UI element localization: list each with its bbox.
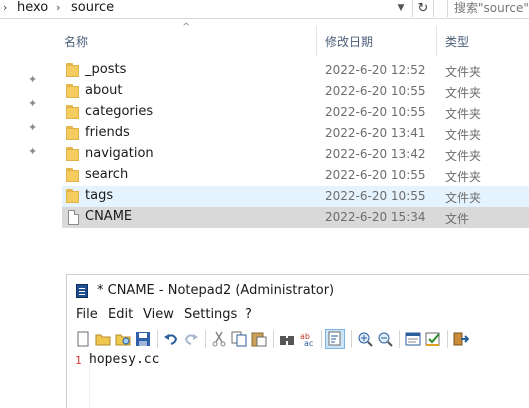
file-row-categories[interactable]: categories 2022-6-20 10:55 文件夹 [62,102,529,123]
file-date: 2022-6-20 13:41 [325,126,426,140]
file-icon [66,210,82,225]
column-divider[interactable] [436,26,437,56]
file-row-posts[interactable]: _posts 2022-6-20 12:52 文件夹 [62,60,529,81]
folder-icon [66,189,82,203]
line-number-gutter: 1 [67,351,90,408]
toolbar-separator [399,330,400,348]
file-row-friends[interactable]: friends 2022-6-20 13:41 文件夹 [62,123,529,144]
folder-icon [66,168,82,182]
file-row-about[interactable]: about 2022-6-20 10:55 文件夹 [62,81,529,102]
file-name: search [85,167,129,182]
customize-icon[interactable] [425,331,441,347]
new-file-icon[interactable] [75,331,91,347]
editor-line[interactable]: hopesy.cc [89,352,159,367]
file-name: tags [85,188,114,203]
window-title: * CNAME - Notepad2 (Administrator) [97,283,335,298]
file-type: 文件夹 [445,65,482,79]
cut-icon[interactable] [211,331,227,347]
file-type: 文件夹 [445,86,482,100]
file-type: 文件 [445,212,470,226]
notepad-title-bar[interactable]: * CNAME - Notepad2 (Administrator) [67,275,529,305]
toolbar-separator [273,330,274,348]
folder-icon [66,147,82,161]
sort-ascending-icon: ^ [182,22,191,33]
file-date: 2022-6-20 10:55 [325,105,426,119]
zoom-out-icon[interactable] [377,331,393,347]
svg-text:ac: ac [304,339,313,347]
file-name: categories [85,104,154,119]
browse-icon[interactable] [115,331,131,347]
refresh-icon[interactable]: ↻ [412,0,434,17]
toolbar-separator [321,330,322,348]
file-type: 文件夹 [445,128,482,142]
file-type: 文件夹 [445,191,482,205]
chevron-down-icon[interactable]: ▼ [392,0,410,17]
file-date: 2022-6-20 10:55 [325,84,426,98]
notepad-app-icon [76,284,88,298]
copy-icon[interactable] [231,331,247,347]
word-wrap-icon[interactable] [325,329,345,349]
file-row-search[interactable]: search 2022-6-20 10:55 文件夹 [62,165,529,186]
exit-icon[interactable] [453,331,470,347]
paste-icon[interactable] [251,331,267,347]
menu-view[interactable]: View [143,307,174,322]
breadcrumb-item-source[interactable]: source [71,0,114,15]
pin-icon: ✦ [28,97,38,110]
menu-help[interactable]: ? [245,307,252,322]
file-date: 2022-6-20 15:34 [325,210,426,224]
breadcrumb-separator-icon: › [3,1,8,14]
column-header-date[interactable]: 修改日期 [325,33,373,50]
folder-icon [66,126,82,140]
file-name: navigation [85,146,154,161]
line-number: 1 [75,354,82,367]
file-row-cname[interactable]: CNAME 2022-6-20 15:34 文件 [62,207,529,228]
pin-icon: ✦ [28,121,38,134]
undo-icon[interactable] [163,331,179,347]
editor-area[interactable]: 1 hopesy.cc [67,351,529,408]
folder-icon [66,105,82,119]
folder-icon [66,84,82,98]
zoom-in-icon[interactable] [357,331,373,347]
column-divider[interactable] [316,26,317,56]
column-header-type[interactable]: 类型 [445,33,469,50]
redo-icon[interactable] [183,331,199,347]
notepad-window: * CNAME - Notepad2 (Administrator) File … [66,274,529,408]
toolbar-separator [205,330,206,348]
menu-bar: File Edit View Settings ? [67,305,529,325]
toolbar: ab ac [67,327,529,351]
toolbar-separator [447,330,448,348]
file-type: 文件夹 [445,149,482,163]
file-name: _posts [85,62,127,77]
folder-icon [66,63,82,77]
replace-icon[interactable]: ab ac [299,331,315,348]
column-header-name[interactable]: 名称 [64,33,88,50]
menu-edit[interactable]: Edit [108,307,133,322]
open-file-icon[interactable] [95,331,111,347]
scheme-icon[interactable] [405,331,421,347]
file-date: 2022-6-20 12:52 [325,63,426,77]
file-type: 文件夹 [445,107,482,121]
save-icon[interactable] [135,331,151,347]
file-date: 2022-6-20 10:55 [325,168,426,182]
breadcrumb-item-hexo[interactable]: hexo [17,0,48,15]
search-input[interactable]: 搜索"source" [447,0,529,17]
file-name: CNAME [85,209,133,224]
menu-settings[interactable]: Settings [184,307,237,322]
toolbar-separator [157,330,158,348]
pin-icon: ✦ [28,73,38,86]
pin-icon: ✦ [28,145,38,158]
file-row-navigation[interactable]: navigation 2022-6-20 13:42 文件夹 [62,144,529,165]
file-name: about [85,83,123,98]
file-row-tags[interactable]: tags 2022-6-20 10:55 文件夹 [62,186,529,207]
breadcrumb-separator-icon: › [56,1,61,14]
file-type: 文件夹 [445,170,482,184]
file-date: 2022-6-20 10:55 [325,189,426,203]
toolbar-separator [351,330,352,348]
menu-file[interactable]: File [76,307,98,322]
file-date: 2022-6-20 13:42 [325,147,426,161]
find-icon[interactable] [279,331,295,347]
file-name: friends [85,125,130,140]
